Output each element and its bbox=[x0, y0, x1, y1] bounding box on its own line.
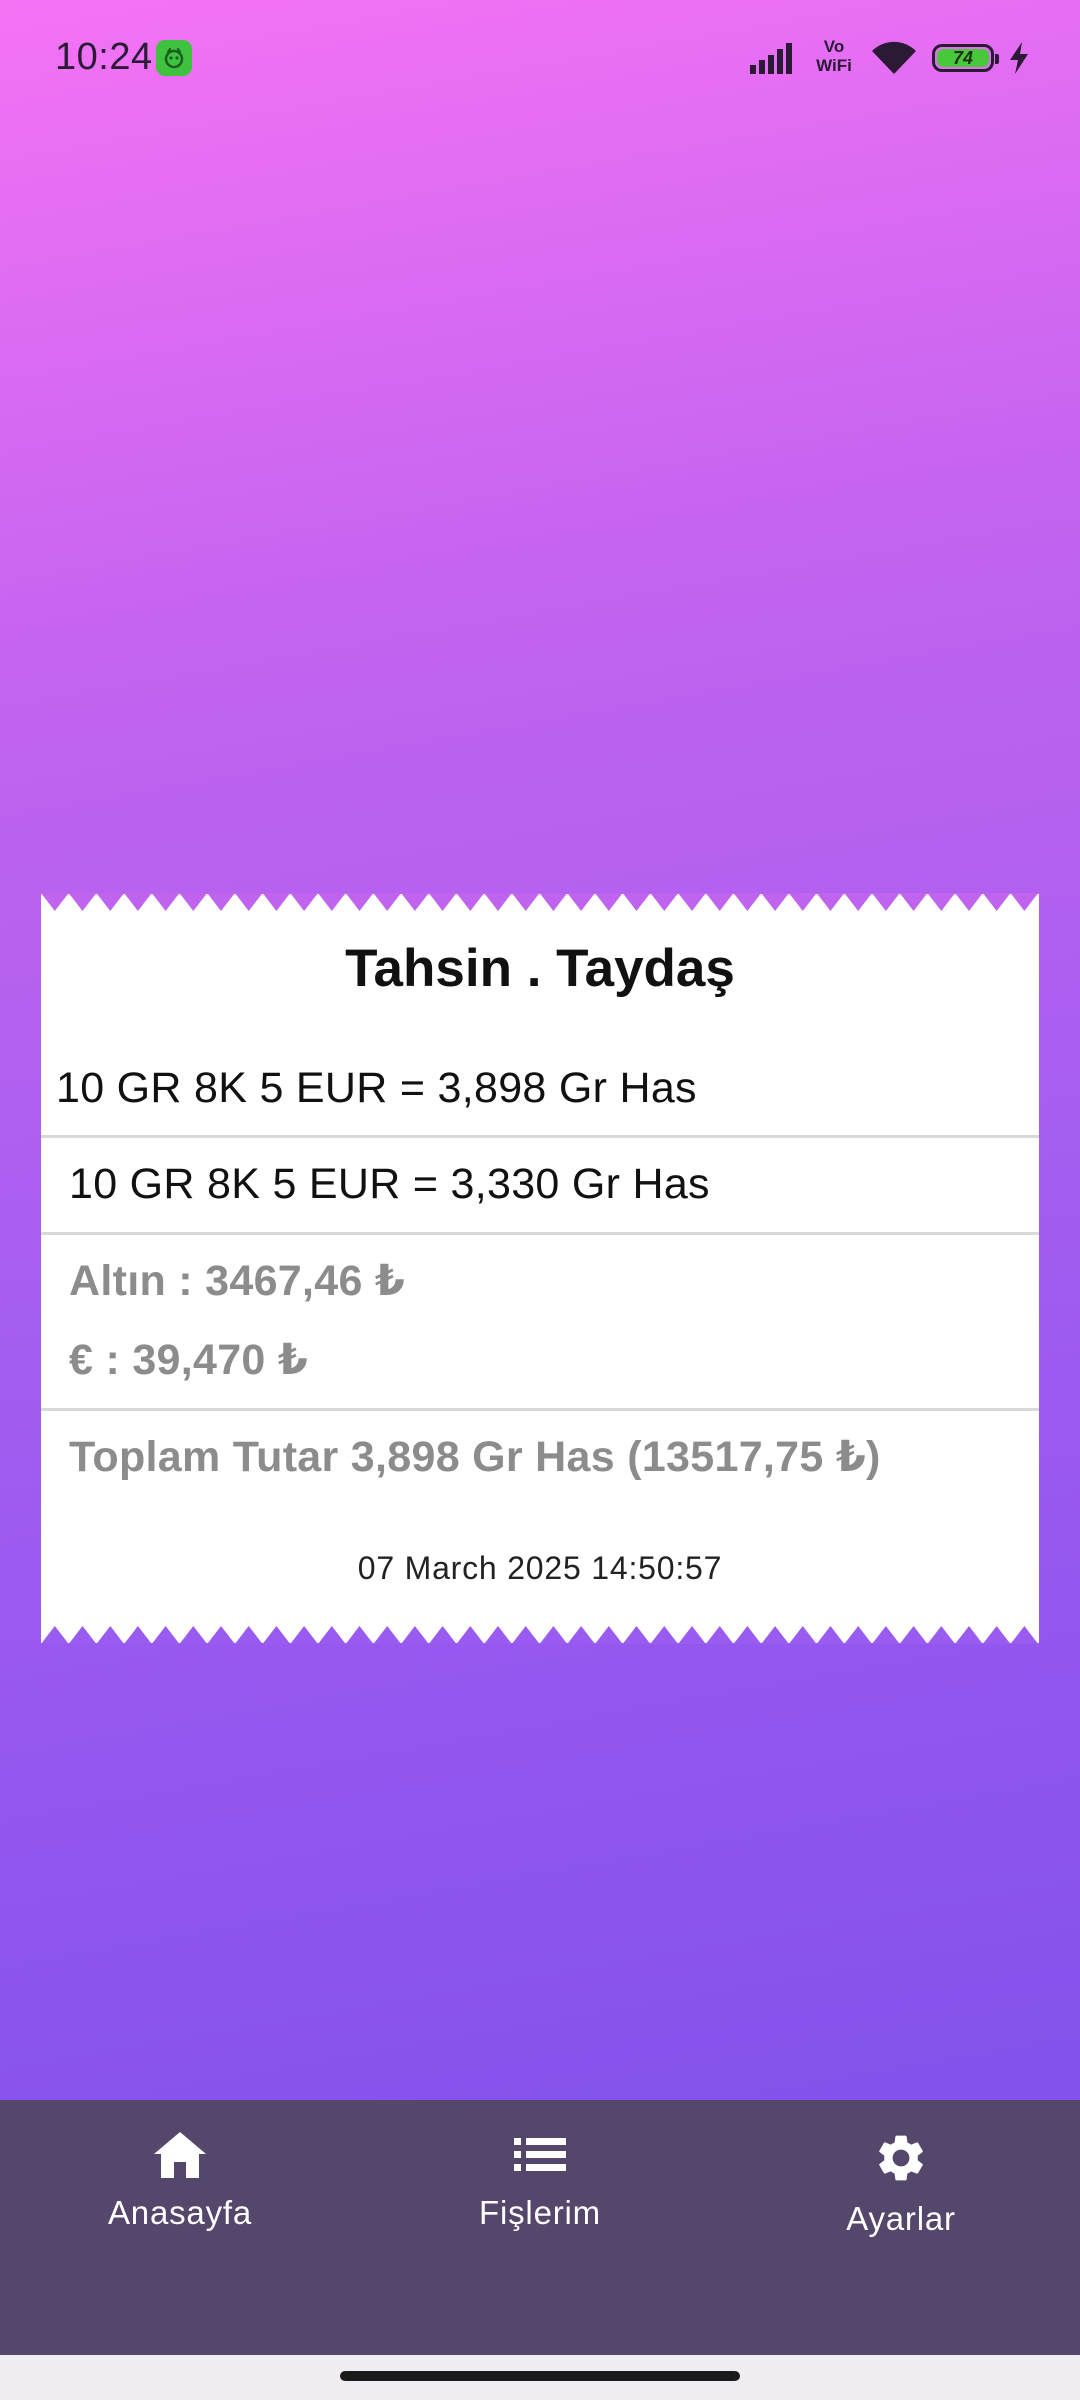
battery-icon: 74 bbox=[932, 44, 999, 72]
nav-settings-label: Ayarlar bbox=[846, 2200, 956, 2237]
list-icon bbox=[514, 2138, 566, 2171]
vowifi-label-top: Vo bbox=[823, 37, 845, 56]
nav-receipts[interactable]: Fişlerim bbox=[420, 2130, 660, 2270]
battery-level: 74 bbox=[952, 47, 974, 68]
nav-settings[interactable]: Ayarlar bbox=[781, 2130, 1021, 2270]
nav-home[interactable]: Anasayfa bbox=[60, 2130, 300, 2270]
bottom-navigation: Anasayfa Fişlerim Ayarlar bbox=[0, 2100, 1080, 2355]
divider bbox=[41, 1408, 1039, 1411]
status-bar: 10:24 Vo WiFi 74 bbox=[0, 0, 1080, 116]
vowifi-icon: Vo WiFi bbox=[812, 37, 856, 79]
wifi-icon bbox=[872, 41, 916, 74]
receipt-date: 07 March 2025 14:50:57 bbox=[357, 1550, 723, 1586]
receipt-bottom-edge bbox=[41, 1626, 1039, 1644]
home-icon bbox=[154, 2132, 206, 2178]
status-time: 10:24 bbox=[55, 36, 153, 78]
customer-name: Tahsin . Taydaş bbox=[345, 939, 735, 998]
receipt-top-edge bbox=[41, 893, 1039, 911]
app-notification-icon bbox=[156, 40, 192, 76]
divider bbox=[41, 1135, 1039, 1138]
gesture-area bbox=[0, 2355, 1080, 2400]
euro-price: € : 39,470 ₺ bbox=[69, 1336, 309, 1384]
nav-home-label: Anasayfa bbox=[108, 2194, 252, 2231]
nav-receipts-label: Fişlerim bbox=[479, 2194, 601, 2231]
receipt-line-2: 10 GR 8K 5 EUR = 3,330 Gr Has bbox=[69, 1160, 710, 1208]
divider bbox=[41, 1232, 1039, 1235]
receipt-line-1: 10 GR 8K 5 EUR = 3,898 Gr Has bbox=[56, 1064, 697, 1112]
receipt-card: Tahsin . Taydaş 10 GR 8K 5 EUR = 3,898 G… bbox=[41, 893, 1039, 1644]
gold-price: Altın : 3467,46 ₺ bbox=[69, 1257, 406, 1305]
total-amount: Toplam Tutar 3,898 Gr Has (13517,75 ₺) bbox=[69, 1433, 881, 1481]
gesture-handle[interactable] bbox=[340, 2371, 740, 2381]
signal-icon bbox=[750, 43, 792, 74]
gear-icon bbox=[879, 2135, 923, 2181]
vowifi-label-bottom: WiFi bbox=[816, 56, 852, 75]
charging-bolt-icon bbox=[1010, 42, 1028, 74]
